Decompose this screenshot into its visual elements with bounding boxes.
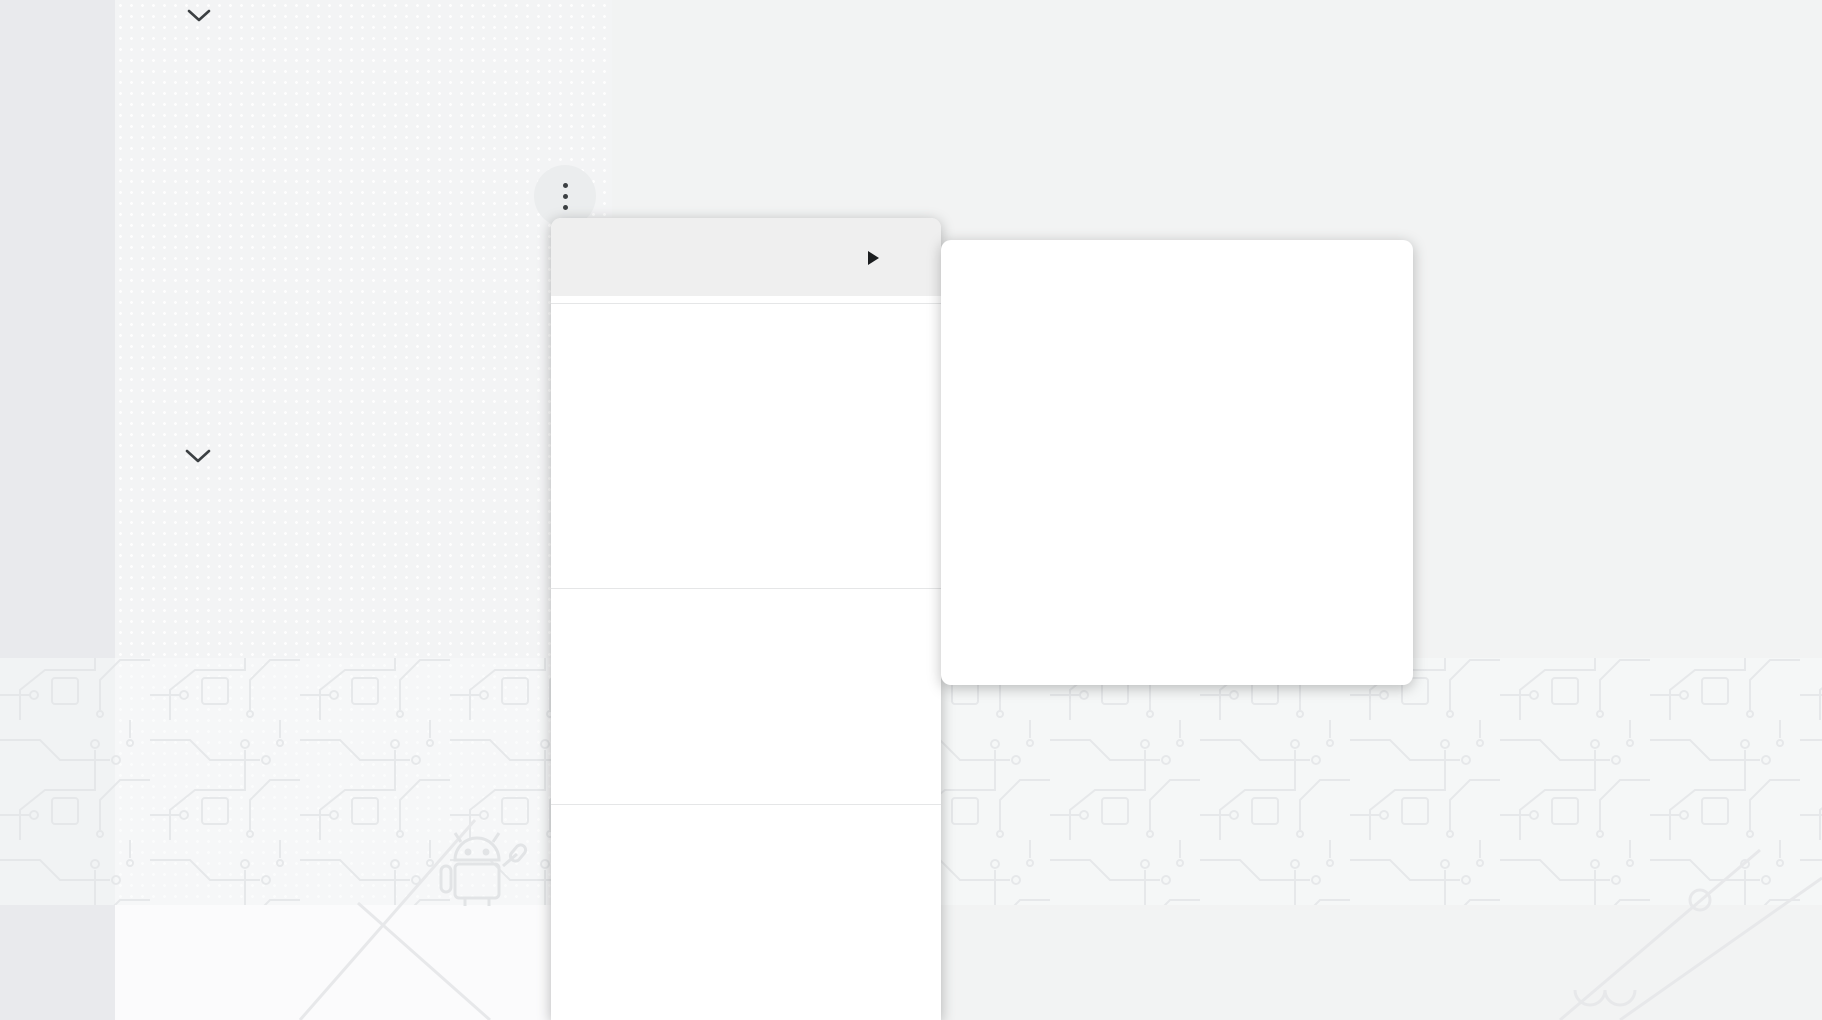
three-dot-icon [563, 183, 568, 188]
label-color-submenu [941, 240, 1413, 685]
left-rail [0, 0, 115, 1020]
label-list [115, 0, 612, 1020]
menu-item-label-color[interactable] [551, 218, 941, 296]
sidebar-item-more-bottom[interactable] [115, 430, 612, 478]
label-color-avatar [579, 237, 620, 278]
labels-sidebar [115, 0, 612, 1020]
label-context-menu [551, 218, 941, 1020]
submenu-arrow-icon [868, 251, 879, 265]
chevron-down-icon [184, 447, 212, 464]
gmail-screen [0, 0, 1822, 1020]
